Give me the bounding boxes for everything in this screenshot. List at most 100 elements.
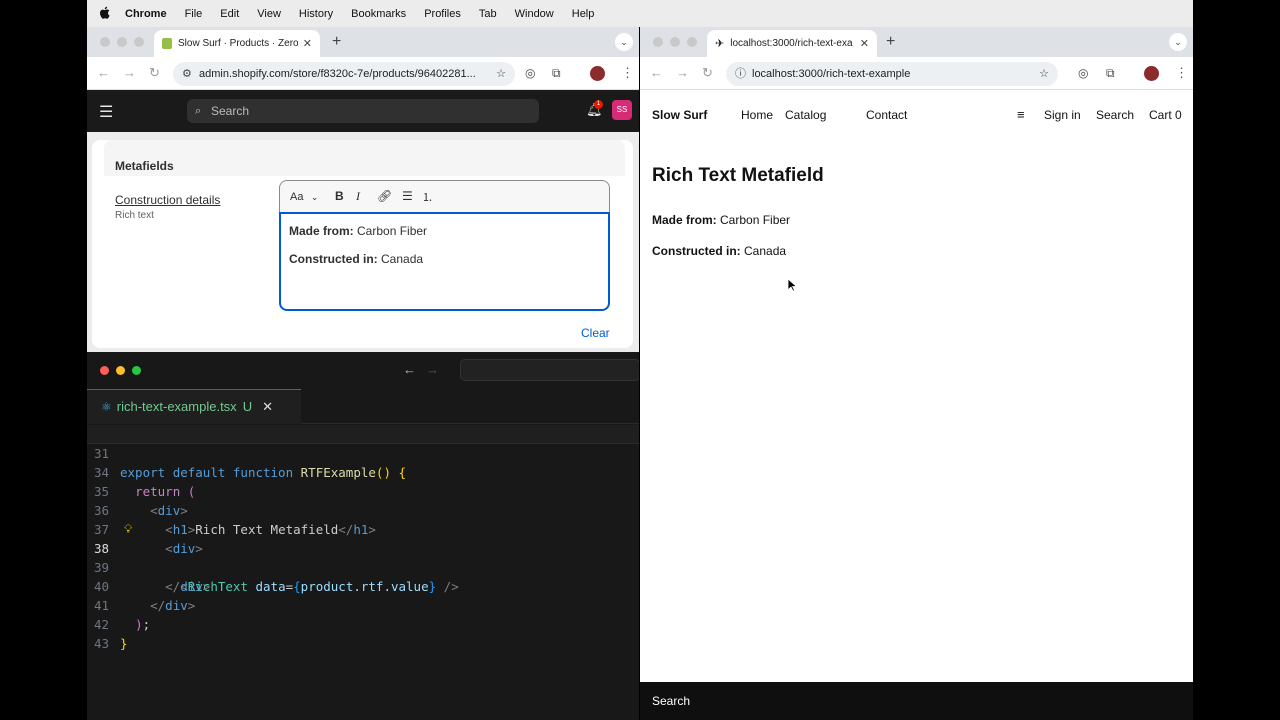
rich-text-line: Made from: Carbon Fiber: [652, 213, 790, 227]
close-tab-icon[interactable]: ✕: [303, 37, 312, 50]
menu-help[interactable]: Help: [572, 8, 595, 20]
forward-icon[interactable]: →: [123, 65, 136, 80]
menu-app-chrome[interactable]: Chrome: [125, 8, 167, 20]
hamburger-menu-icon[interactable]: ☰: [99, 102, 113, 122]
line-value: Carbon Fiber: [716, 213, 791, 227]
profile-avatar[interactable]: [590, 66, 605, 81]
tab-search-chevron-icon[interactable]: ⌄: [1169, 33, 1187, 51]
code-line: 42 }: [87, 596, 639, 651]
code-line: 40 </div>: [87, 558, 639, 613]
address-bar[interactable]: ⚙ admin.shopify.com/store/f8320c-7e/prod…: [173, 62, 515, 86]
metafield-type: Rich text: [115, 210, 154, 221]
extension-icon[interactable]: ◎: [525, 66, 535, 80]
tab-localhost[interactable]: ✈ localhost:3000/rich-text-exa ✕: [707, 30, 877, 57]
close-window-button[interactable]: [100, 366, 109, 375]
section-title: Metafields: [115, 159, 174, 173]
menu-view[interactable]: View: [257, 8, 281, 20]
bold-icon[interactable]: B: [335, 189, 344, 203]
page-heading: Rich Text Metafield: [652, 165, 824, 186]
menu-file[interactable]: File: [185, 8, 203, 20]
admin-search-input[interactable]: ⌕ Search: [187, 99, 539, 123]
zoom-window-button[interactable]: [687, 37, 697, 47]
mac-menubar: Chrome File Edit View History Bookmarks …: [87, 0, 1193, 27]
extensions-puzzle-icon[interactable]: ⧉: [1106, 66, 1115, 81]
store-brand-link[interactable]: Slow Surf: [652, 108, 707, 122]
site-info-icon[interactable]: ⓘ: [735, 62, 746, 86]
back-icon[interactable]: ←: [650, 65, 663, 80]
code-line: 43: [87, 615, 639, 651]
rte-line-constructed-in: Constructed in: Canada: [289, 252, 423, 266]
close-window-button[interactable]: [100, 37, 110, 47]
tab-strip: Slow Surf · Products · Zero G ✕ + ⌄: [87, 27, 639, 57]
extension-icon[interactable]: ◎: [1078, 66, 1088, 80]
storefront-page: Slow Surf Home Catalog Contact ≡ Sign in…: [640, 91, 1193, 682]
left-browser-window: Slow Surf · Products · Zero G ✕ + ⌄ ← → …: [87, 27, 639, 352]
link-icon[interactable]: 🔗︎: [377, 189, 392, 203]
go-forward-icon[interactable]: →: [426, 362, 439, 377]
browser-toolbar: ← → ↻ ⓘ localhost:3000/rich-text-example…: [640, 57, 1193, 90]
code-line: 37 <div>: [87, 501, 639, 556]
tab-strip: ✈ localhost:3000/rich-text-exa ✕ + ⌄: [640, 27, 1193, 57]
editor-tabs: ⚛ rich-text-example.tsx U ✕: [87, 389, 639, 424]
menu-kebab-icon[interactable]: ⋮: [621, 65, 634, 81]
close-window-button[interactable]: [653, 37, 663, 47]
lightbulb-icon[interactable]: 💡︎: [124, 520, 132, 539]
zoom-window-button[interactable]: [132, 366, 141, 375]
tab-filename: rich-text-example.tsx: [116, 399, 237, 414]
editor-tab-active[interactable]: ⚛ rich-text-example.tsx U ✕: [87, 389, 301, 424]
bookmark-star-icon[interactable]: ☆: [496, 62, 506, 86]
address-bar[interactable]: ⓘ localhost:3000/rich-text-example ☆: [726, 62, 1058, 86]
go-back-icon[interactable]: ←: [403, 362, 416, 377]
command-center[interactable]: [460, 359, 639, 381]
shopify-favicon-icon: [162, 38, 172, 49]
menu-hamburger-icon[interactable]: ≡: [1017, 107, 1025, 122]
zoom-window-button[interactable]: [134, 37, 144, 47]
back-icon[interactable]: ←: [97, 65, 110, 80]
code-area[interactable]: 31 export default function RTFExample() …: [87, 425, 639, 651]
menu-profiles[interactable]: Profiles: [424, 8, 461, 20]
italic-icon[interactable]: I: [356, 189, 360, 204]
nav-home-link[interactable]: Home: [741, 108, 773, 122]
minimize-window-button[interactable]: [670, 37, 680, 47]
extensions-puzzle-icon[interactable]: ⧉: [552, 66, 561, 81]
predictive-search-bar[interactable]: Search: [640, 682, 1193, 720]
card-header-bg: [104, 140, 625, 176]
text-format-dropdown[interactable]: Aa ⌄: [290, 189, 318, 203]
new-tab-icon[interactable]: +: [332, 33, 341, 51]
menu-bookmarks[interactable]: Bookmarks: [351, 8, 406, 20]
reload-icon[interactable]: ↻: [149, 65, 160, 81]
minimize-window-button[interactable]: [116, 366, 125, 375]
tab-shopify-admin[interactable]: Slow Surf · Products · Zero G ✕: [154, 30, 320, 57]
code-line-current: 38 💡︎ <RichText data={product.rtf.value}…: [87, 520, 639, 594]
metafield-name-link[interactable]: Construction details: [115, 193, 220, 207]
menu-edit[interactable]: Edit: [220, 8, 239, 20]
site-settings-icon[interactable]: ⚙: [182, 62, 192, 86]
apple-icon[interactable]: [99, 6, 113, 22]
search-link[interactable]: Search: [1096, 108, 1134, 122]
rich-text-editor[interactable]: Made from: Carbon Fiber Constructed in: …: [279, 212, 610, 311]
new-tab-icon[interactable]: +: [886, 33, 895, 51]
tab-search-chevron-icon[interactable]: ⌄: [615, 33, 633, 51]
profile-avatar[interactable]: [1144, 66, 1159, 81]
forward-icon[interactable]: →: [676, 65, 689, 80]
nav-catalog-link[interactable]: Catalog: [785, 108, 826, 122]
store-avatar[interactable]: SS: [612, 100, 632, 120]
menu-window[interactable]: Window: [515, 8, 554, 20]
menu-history[interactable]: History: [299, 8, 333, 20]
minimize-window-button[interactable]: [117, 37, 127, 47]
nav-contact-link[interactable]: Contact: [866, 108, 907, 122]
numbered-list-icon[interactable]: ⒈: [422, 189, 433, 205]
close-tab-icon[interactable]: ✕: [262, 399, 273, 414]
menu-tab[interactable]: Tab: [479, 8, 497, 20]
rich-text-line: Constructed in: Canada: [652, 244, 786, 258]
bullet-list-icon[interactable]: ☰: [402, 189, 413, 203]
clear-button[interactable]: Clear: [581, 326, 610, 340]
cart-link[interactable]: Cart 0: [1149, 108, 1182, 122]
code-line: 34 return (: [87, 444, 639, 499]
bookmark-star-icon[interactable]: ☆: [1039, 62, 1049, 86]
close-tab-icon[interactable]: ✕: [860, 37, 869, 50]
reload-icon[interactable]: ↻: [702, 65, 713, 81]
sign-in-link[interactable]: Sign in: [1044, 108, 1081, 122]
menu-kebab-icon[interactable]: ⋮: [1175, 65, 1188, 81]
line-label: Made from:: [652, 213, 717, 227]
